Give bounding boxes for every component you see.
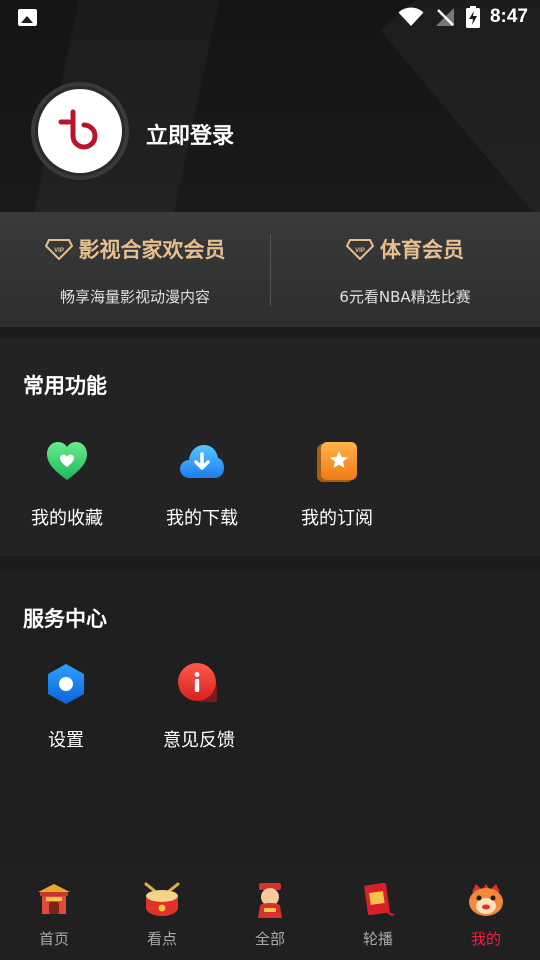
bottom-tab-bar: 首页 看点 全部 轮播 我的 (0, 866, 540, 960)
tab-label: 轮播 (362, 930, 393, 948)
function-label: 设置 (48, 730, 84, 751)
tab-label: 看点 (146, 930, 177, 948)
function-label: 我的订阅 (301, 508, 373, 529)
section-title: 服务中心 (23, 607, 107, 631)
all-icon (258, 883, 282, 918)
tab-profile[interactable]: 我的 (432, 866, 540, 960)
function-label: 我的下载 (166, 508, 238, 529)
carousel-icon (364, 882, 395, 916)
settings-button[interactable]: 设置 (11, 662, 121, 752)
common-functions-section: 常用功能 我的收藏 我的下载 我的订阅 (0, 338, 540, 556)
feedback-button[interactable]: 意见反馈 (144, 662, 254, 752)
vip-title: 体育会员 (380, 238, 464, 262)
drum-icon (144, 882, 180, 916)
profile-icon (469, 884, 503, 916)
wifi-icon (398, 7, 424, 26)
function-label: 意见反馈 (163, 730, 235, 751)
tab-label: 全部 (254, 930, 285, 948)
vip-title: 影视合家欢会员 (78, 238, 226, 262)
status-bar: 8:47 (0, 0, 540, 36)
heart-icon (47, 442, 87, 480)
status-time: 8:47 (489, 6, 528, 27)
svg-text:VIP: VIP (355, 248, 365, 254)
tab-all[interactable]: 全部 (216, 866, 324, 960)
login-button[interactable]: 立即登录 (146, 118, 234, 150)
battery-charging-icon (465, 6, 480, 28)
vip-diamond-icon: VIP (44, 239, 73, 260)
favorites-button[interactable]: 我的收藏 (12, 440, 122, 530)
tab-carousel[interactable]: 轮播 (324, 866, 432, 960)
subscriptions-button[interactable]: 我的订阅 (282, 440, 392, 530)
vip-subtitle: 畅享海量影视动漫内容 (59, 288, 210, 306)
vip-sports-card[interactable]: VIP 体育会员 6元看NBA精选比赛 (270, 212, 540, 327)
tab-label: 首页 (38, 930, 69, 948)
app-logo-icon (58, 109, 98, 150)
feedback-icon (178, 663, 217, 702)
vip-bar: VIP 影视合家欢会员 畅享海量影视动漫内容 VIP 体育会员 6元看NBA精选… (0, 212, 540, 327)
avatar[interactable] (31, 82, 129, 180)
gallery-notification-icon (18, 9, 37, 26)
star-icon (317, 442, 357, 482)
cloud-download-icon (180, 445, 224, 478)
tab-label: 我的 (470, 930, 501, 948)
tab-highlights[interactable]: 看点 (108, 866, 216, 960)
downloads-button[interactable]: 我的下载 (147, 440, 257, 530)
no-signal-icon (435, 8, 454, 26)
vip-diamond-icon: VIP (346, 239, 374, 260)
vip-family-card[interactable]: VIP 影视合家欢会员 畅享海量影视动漫内容 (0, 212, 270, 327)
svg-text:VIP: VIP (54, 248, 64, 254)
service-center-section: 服务中心 设置 意见反馈 (0, 570, 540, 866)
section-title: 常用功能 (23, 374, 107, 398)
tab-home[interactable]: 首页 (0, 866, 108, 960)
home-icon (38, 884, 70, 914)
function-label: 我的收藏 (31, 508, 103, 529)
vip-subtitle: 6元看NBA精选比赛 (339, 288, 471, 306)
settings-icon (48, 664, 84, 704)
